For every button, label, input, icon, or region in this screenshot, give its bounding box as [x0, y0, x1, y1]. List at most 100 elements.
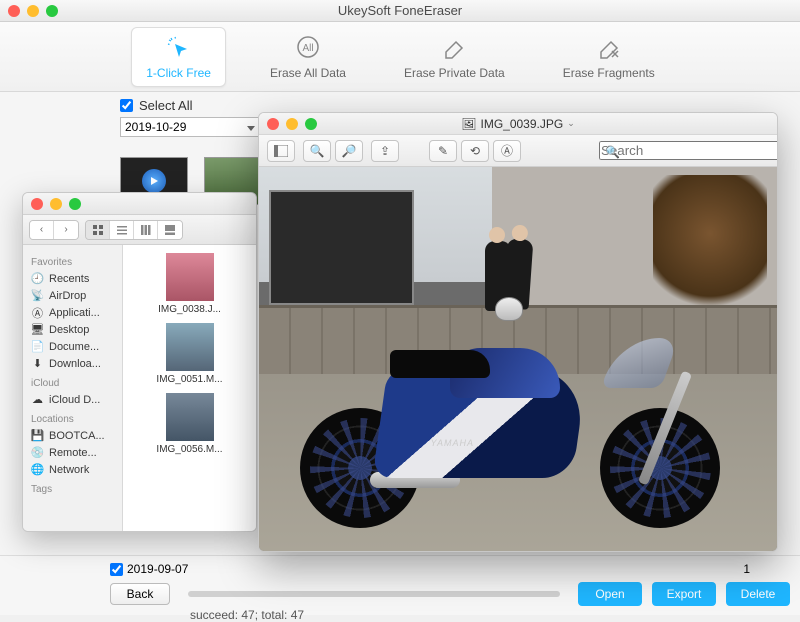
sidebar-group-icloud: iCloud: [31, 378, 114, 389]
rotate-button[interactable]: ⟲: [461, 140, 489, 162]
sidebar-item-downloads[interactable]: ⬇Downloa...: [27, 355, 118, 372]
highlight-button[interactable]: ✎: [429, 140, 457, 162]
minimize-icon[interactable]: [286, 118, 298, 130]
sidebar-item-icloud-drive[interactable]: ☁iCloud D...: [27, 391, 118, 408]
photo-scene: YAMAHA: [259, 167, 777, 551]
finder-sidebar: Favorites 🕘Recents 📡AirDrop ⒶApplicati..…: [23, 245, 123, 531]
file-name: IMG_0056.M...: [156, 444, 222, 455]
maximize-icon[interactable]: [69, 198, 81, 210]
sidebar-item-network[interactable]: 🌐Network: [27, 461, 118, 478]
search-wrap: 🔍: [599, 141, 769, 160]
cloud-icon: ☁: [31, 393, 44, 406]
app-titlebar: UkeySoft FoneEraser: [0, 0, 800, 22]
traffic-lights: [8, 5, 58, 17]
bike-brand: YAMAHA: [430, 438, 474, 448]
sidebar-item-desktop[interactable]: 🖥Desktop: [27, 321, 118, 338]
sidebar-item-recents[interactable]: 🕘Recents: [27, 270, 118, 287]
date-dropdown[interactable]: 2019-10-29: [120, 117, 260, 137]
file-item[interactable]: IMG_0038.J...: [131, 253, 248, 315]
nav-back-forward: ‹ ›: [29, 220, 79, 240]
rotate-icon: ⟲: [470, 144, 480, 158]
search-icon: 🔍: [605, 145, 620, 159]
tab-erase-private[interactable]: Erase Private Data: [390, 28, 519, 86]
zoom-out-icon: 🔍: [310, 144, 325, 158]
download-icon: ⬇: [31, 357, 44, 370]
main-toolbar: 1-Click Free All Erase All Data Erase Pr…: [0, 22, 800, 92]
play-icon: [142, 169, 166, 193]
maximize-icon[interactable]: [305, 118, 317, 130]
minimize-icon[interactable]: [50, 198, 62, 210]
finder-content: IMG_0038.J... IMG_0051.M... IMG_0056.M..…: [123, 245, 256, 531]
chevron-down-icon[interactable]: ⌄: [567, 118, 575, 129]
eraser-x-icon: [595, 34, 623, 62]
sidebar-item-remote[interactable]: 💿Remote...: [27, 444, 118, 461]
svg-text:All: All: [302, 43, 313, 54]
file-name: IMG_0051.M...: [156, 374, 222, 385]
share-button[interactable]: ⇪: [371, 140, 399, 162]
desktop-icon: 🖥: [31, 323, 44, 336]
sidebar-item-airdrop[interactable]: 📡AirDrop: [27, 287, 118, 304]
markup-button[interactable]: Ⓐ: [493, 140, 521, 162]
date-checkbox[interactable]: [110, 563, 123, 576]
sidebar-group-locations: Locations: [31, 414, 114, 425]
open-button[interactable]: Open: [578, 582, 642, 606]
export-button[interactable]: Export: [652, 582, 716, 606]
tab-erase-all[interactable]: All Erase All Data: [256, 28, 360, 86]
sidebar-item-documents[interactable]: 📄Docume...: [27, 338, 118, 355]
preview-image: YAMAHA: [259, 167, 777, 551]
tab-erase-fragments[interactable]: Erase Fragments: [549, 28, 669, 86]
finder-window: ‹ › Favorites 🕘Recents 📡AirDrop ⒶApplica…: [22, 192, 257, 532]
remote-icon: 💿: [31, 446, 44, 459]
apps-icon: Ⓐ: [31, 306, 44, 319]
highlight-icon: ✎: [438, 144, 448, 158]
status-text: succeed: 47; total: 47: [190, 608, 790, 622]
finder-toolbar: ‹ ›: [23, 215, 256, 245]
file-thumbnail: [166, 253, 214, 301]
view-mode-segment: [85, 220, 183, 240]
close-icon[interactable]: [8, 5, 20, 17]
file-item[interactable]: IMG_0051.M...: [131, 323, 248, 385]
app-title: UkeySoft FoneEraser: [338, 3, 462, 18]
close-icon[interactable]: [267, 118, 279, 130]
zoom-in-icon: 🔎: [342, 144, 357, 158]
close-icon[interactable]: [31, 198, 43, 210]
view-list-button[interactable]: [110, 221, 134, 239]
preview-toolbar: 🔍 🔎 ⇪ ✎ ⟲ Ⓐ 🔍: [259, 135, 777, 167]
sidebar-toggle-button[interactable]: [267, 140, 295, 162]
image-file-icon: 🖼: [461, 117, 476, 131]
delete-button[interactable]: Delete: [726, 582, 790, 606]
search-input[interactable]: [599, 141, 778, 160]
markup-icon: Ⓐ: [501, 142, 513, 159]
airdrop-icon: 📡: [31, 289, 44, 302]
file-thumbnail: [166, 323, 214, 371]
cursor-sparkle-icon: [165, 34, 193, 62]
select-all-checkbox[interactable]: [120, 99, 133, 112]
network-icon: 🌐: [31, 463, 44, 476]
file-thumbnail: [166, 393, 214, 441]
maximize-icon[interactable]: [46, 5, 58, 17]
date-value: 2019-10-29: [125, 120, 186, 134]
motorcycle: YAMAHA: [300, 308, 720, 528]
preview-titlebar: 🖼 IMG_0039.JPG ⌄: [259, 113, 777, 135]
document-icon: 📄: [31, 340, 44, 353]
share-icon: ⇪: [380, 144, 390, 158]
view-columns-button[interactable]: [134, 221, 158, 239]
zoom-in-button[interactable]: 🔎: [335, 140, 363, 162]
view-gallery-button[interactable]: [158, 221, 182, 239]
zoom-out-button[interactable]: 🔍: [303, 140, 331, 162]
file-item[interactable]: IMG_0056.M...: [131, 393, 248, 455]
clock-icon: 🕘: [31, 272, 44, 285]
preview-title: 🖼 IMG_0039.JPG ⌄: [461, 117, 575, 131]
sidebar-item-bootcamp[interactable]: 💾BOOTCA...: [27, 427, 118, 444]
progress-bar: [188, 591, 560, 597]
minimize-icon[interactable]: [27, 5, 39, 17]
nav-forward-button[interactable]: ›: [54, 221, 78, 239]
sidebar-item-applications[interactable]: ⒶApplicati...: [27, 304, 118, 321]
back-button[interactable]: Back: [110, 583, 170, 605]
erase-all-icon: All: [294, 34, 322, 62]
preview-window: 🖼 IMG_0039.JPG ⌄ 🔍 🔎 ⇪ ✎ ⟲ Ⓐ 🔍: [258, 112, 778, 552]
date-label: 2019-09-07: [127, 562, 188, 576]
nav-back-button[interactable]: ‹: [30, 221, 54, 239]
tab-1click-free[interactable]: 1-Click Free: [131, 27, 226, 87]
view-icons-button[interactable]: [86, 221, 110, 239]
